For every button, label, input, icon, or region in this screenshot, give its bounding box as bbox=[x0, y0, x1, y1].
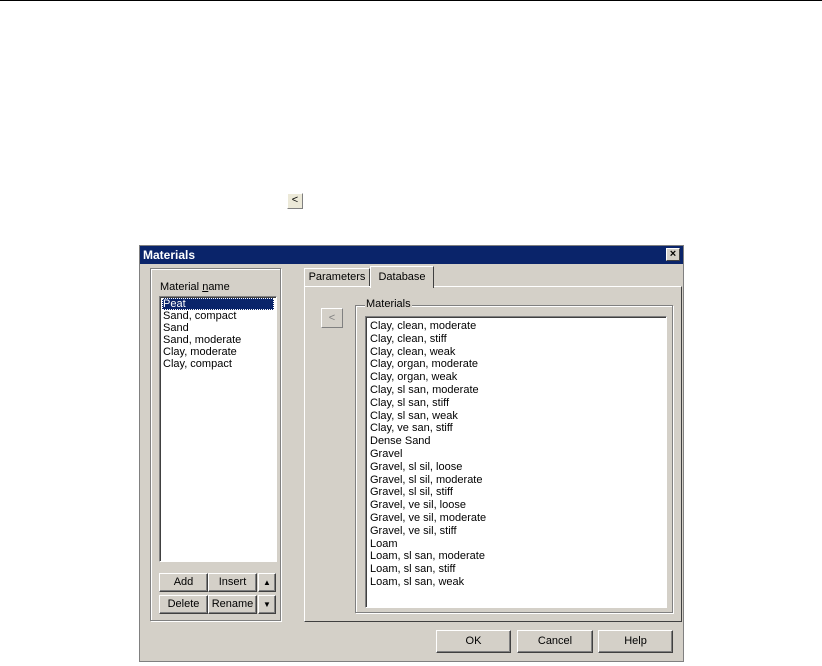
materials-dialog: Materials × Material name Peat Sand, comp… bbox=[139, 245, 684, 662]
database-list-item[interactable]: Clay, sl san, moderate bbox=[370, 384, 662, 397]
database-list-item[interactable]: Clay, clean, moderate bbox=[370, 320, 662, 333]
document-back-button[interactable]: < bbox=[287, 193, 303, 209]
rename-button[interactable]: Rename bbox=[208, 595, 257, 614]
database-list-item[interactable]: Loam, sl san, stiff bbox=[370, 563, 662, 576]
copy-from-database-button[interactable]: < bbox=[321, 308, 343, 328]
database-list-item[interactable]: Gravel, ve sil, stiff bbox=[370, 525, 662, 538]
material-list-item[interactable]: Sand bbox=[162, 322, 274, 334]
database-list-item[interactable]: Clay, clean, weak bbox=[370, 346, 662, 359]
tab-parameters[interactable]: Parameters bbox=[304, 268, 370, 286]
delete-button[interactable]: Delete bbox=[159, 595, 208, 614]
database-list-item[interactable]: Gravel, sl sil, loose bbox=[370, 461, 662, 474]
material-list-item[interactable]: Sand, compact bbox=[162, 310, 274, 322]
dialog-titlebar[interactable]: Materials × bbox=[140, 246, 683, 264]
add-button[interactable]: Add bbox=[159, 573, 208, 592]
database-list-item[interactable]: Clay, clean, stiff bbox=[370, 333, 662, 346]
database-list-item[interactable]: Clay, organ, moderate bbox=[370, 358, 662, 371]
database-list-item[interactable]: Gravel, sl sil, stiff bbox=[370, 486, 662, 499]
close-icon[interactable]: × bbox=[666, 248, 680, 261]
database-list-item[interactable]: Loam bbox=[370, 538, 662, 551]
database-list-item[interactable]: Clay, sl san, weak bbox=[370, 410, 662, 423]
database-list-item[interactable]: Loam, sl san, moderate bbox=[370, 550, 662, 563]
database-list-item[interactable]: Gravel bbox=[370, 448, 662, 461]
materials-group-label: Materials bbox=[365, 298, 412, 310]
material-name-list[interactable]: Peat Sand, compact Sand Sand, moderate Clay,… bbox=[159, 296, 277, 562]
material-list-item[interactable]: Peat bbox=[162, 298, 274, 310]
dialog-title: Materials bbox=[143, 248, 196, 262]
database-list-item[interactable]: Gravel, ve sil, loose bbox=[370, 499, 662, 512]
ok-button[interactable]: OK bbox=[436, 630, 511, 653]
database-list-item[interactable]: Clay, sl san, stiff bbox=[370, 397, 662, 410]
arrow-down-icon: ▼ bbox=[263, 600, 271, 609]
materials-groupbox: Materials Clay, clean, moderate Clay, cle… bbox=[355, 298, 673, 613]
page-top-rule bbox=[0, 0, 822, 1]
arrow-up-icon: ▲ bbox=[263, 578, 271, 587]
material-name-panel: Material name Peat Sand, compact Sand Sand,… bbox=[150, 268, 281, 621]
material-name-label-text: Material name bbox=[160, 281, 230, 293]
tab-database[interactable]: Database bbox=[370, 266, 434, 288]
database-list-item[interactable]: Dense Sand bbox=[370, 435, 662, 448]
material-list-item[interactable]: Sand, moderate bbox=[162, 334, 274, 346]
database-list-item[interactable]: Clay, organ, weak bbox=[370, 371, 662, 384]
database-materials-list[interactable]: Clay, clean, moderate Clay, clean, stiff C… bbox=[365, 316, 667, 608]
database-list-item[interactable]: Clay, ve san, stiff bbox=[370, 422, 662, 435]
material-list-item[interactable]: Clay, compact bbox=[162, 358, 274, 370]
cancel-button[interactable]: Cancel bbox=[517, 630, 593, 653]
database-list-item[interactable]: Gravel, ve sil, moderate bbox=[370, 512, 662, 525]
database-list-item[interactable]: Loam, sl san, weak bbox=[370, 576, 662, 589]
move-up-button[interactable]: ▲ bbox=[258, 573, 276, 592]
move-down-button[interactable]: ▼ bbox=[258, 595, 276, 614]
material-list-item[interactable]: Clay, moderate bbox=[162, 346, 274, 358]
help-button[interactable]: Help bbox=[598, 630, 673, 653]
database-list-item[interactable]: Gravel, sl sil, moderate bbox=[370, 474, 662, 487]
insert-button[interactable]: Insert bbox=[208, 573, 257, 592]
material-name-label: Material name bbox=[160, 281, 230, 293]
